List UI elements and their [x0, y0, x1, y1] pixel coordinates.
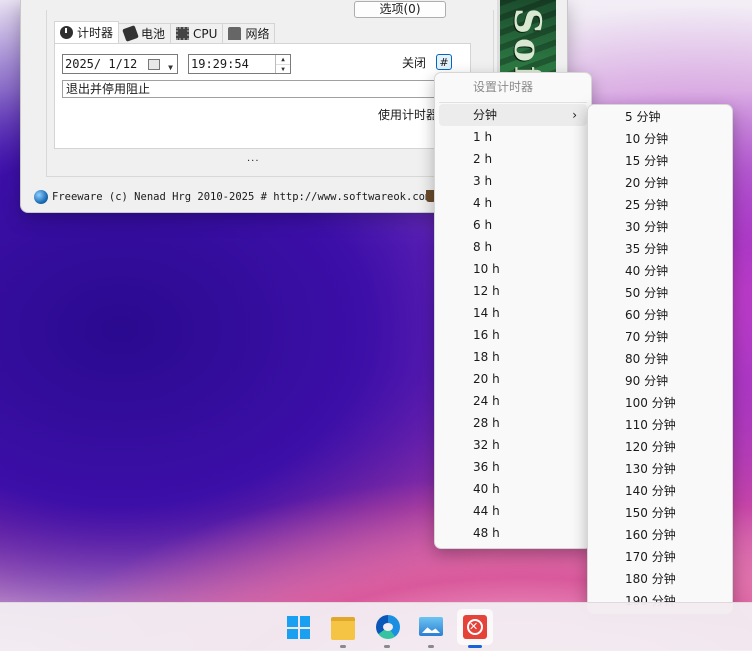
running-indicator: [340, 645, 346, 648]
app-icon: [463, 615, 487, 639]
menu-item-hour[interactable]: 36 h: [435, 456, 591, 478]
menu-item-hour[interactable]: 48 h: [435, 522, 591, 544]
menu-item-hour[interactable]: 16 h: [435, 324, 591, 346]
copyright-text: Freeware (c) Nenad Hrg 2010-2025 # http:…: [52, 191, 432, 203]
active-indicator: [468, 645, 482, 648]
menu-item-hour[interactable]: 44 h: [435, 500, 591, 522]
close-label: 关闭: [402, 56, 427, 70]
menu-item-hour[interactable]: 2 h: [435, 148, 591, 170]
submenu-item-minutes[interactable]: 140 分钟: [588, 480, 732, 502]
submenu-item-minutes[interactable]: 30 分钟: [588, 216, 732, 238]
tab-label: 电池: [141, 27, 166, 41]
menu-item-hour[interactable]: 10 h: [435, 258, 591, 280]
submenu-item-minutes[interactable]: 20 分钟: [588, 172, 732, 194]
submenu-item-minutes[interactable]: 110 分钟: [588, 414, 732, 436]
menu-item-hour[interactable]: 3 h: [435, 170, 591, 192]
edge-button[interactable]: [369, 609, 405, 648]
submenu-item-minutes[interactable]: 170 分钟: [588, 546, 732, 568]
menu-item-hour[interactable]: 20 h: [435, 368, 591, 390]
submenu-item-minutes[interactable]: 5 分钟: [588, 106, 732, 128]
submenu-item-minutes[interactable]: 25 分钟: [588, 194, 732, 216]
submenu-item-minutes[interactable]: 150 分钟: [588, 502, 732, 524]
submenu-item-minutes[interactable]: 10 分钟: [588, 128, 732, 150]
submenu-item-minutes[interactable]: 160 分钟: [588, 524, 732, 546]
network-icon: [228, 27, 242, 40]
globe-icon[interactable]: [34, 190, 48, 204]
submenu-item-minutes[interactable]: 90 分钟: [588, 370, 732, 392]
file-explorer-icon: [331, 617, 355, 640]
tab-cpu[interactable]: CPU: [170, 23, 224, 43]
submenu-item-minutes[interactable]: 15 分钟: [588, 150, 732, 172]
submenu-item-minutes[interactable]: 35 分钟: [588, 238, 732, 260]
start-icon: [287, 616, 310, 639]
battery-icon: [122, 25, 139, 42]
calendar-icon[interactable]: [148, 59, 160, 70]
date-value: 2025/ 1/12: [65, 57, 138, 71]
spin-up-icon[interactable]: ▲: [276, 55, 290, 65]
photos-button[interactable]: [413, 609, 449, 648]
menu-item-hour[interactable]: 12 h: [435, 280, 591, 302]
menu-header: 设置计时器: [473, 80, 534, 94]
clock-icon: [60, 26, 73, 39]
time-spinner[interactable]: ▲ ▼: [275, 55, 290, 73]
hash-button[interactable]: #: [436, 54, 452, 70]
menu-item-hour[interactable]: 32 h: [435, 434, 591, 456]
chevron-down-icon[interactable]: ▼: [168, 59, 173, 77]
hours-list: 1 h2 h3 h4 h6 h8 h 10 h 12 h 14 h 16 h 18 h 20…: [435, 126, 591, 544]
menu-item-hour[interactable]: 28 h: [435, 412, 591, 434]
submenu-item-minutes[interactable]: 180 分钟: [588, 568, 732, 590]
use-timer-label[interactable]: 使用计时器: [378, 106, 438, 123]
exit-action-field[interactable]: 退出并停用阻止: [62, 80, 458, 98]
spin-down-icon[interactable]: ▼: [276, 65, 290, 74]
menu-item-hour[interactable]: 14 h: [435, 302, 591, 324]
menu-separator: [439, 102, 587, 103]
submenu-item-minutes[interactable]: 40 分钟: [588, 260, 732, 282]
submenu-item-minutes[interactable]: 100 分钟: [588, 392, 732, 414]
menu-item-hour[interactable]: 40 h: [435, 478, 591, 500]
running-indicator: [384, 645, 390, 648]
tab-network[interactable]: 网络: [222, 23, 276, 43]
submenu-item-minutes[interactable]: 60 分钟: [588, 304, 732, 326]
submenu-item-minutes[interactable]: 80 分钟: [588, 348, 732, 370]
timer-context-menu: 设置计时器 分钟 › 1 h2 h3 h4 h6 h8 h 10 h 12 h 14 …: [434, 72, 592, 549]
menu-item-minutes[interactable]: 分钟 ›: [439, 104, 587, 126]
start-button[interactable]: [280, 609, 316, 645]
submenu-item-minutes[interactable]: 70 分钟: [588, 326, 732, 348]
tab-label: 计时器: [77, 26, 114, 40]
minutes-submenu: 5 分钟 10 分钟 15 分钟 20 分钟 25 分钟 30 分钟 35 分钟 40 分钟 5…: [587, 104, 733, 614]
tab-label: 网络: [245, 27, 270, 41]
more-dots: ...: [247, 153, 260, 164]
menu-item-hour[interactable]: 18 h: [435, 346, 591, 368]
menu-item-hour[interactable]: 4 h: [435, 192, 591, 214]
submenu-item-minutes[interactable]: 120 分钟: [588, 436, 732, 458]
tab-label: CPU: [193, 26, 218, 41]
submenu-item-minutes[interactable]: 130 分钟: [588, 458, 732, 480]
tab-timer[interactable]: 计时器: [54, 21, 120, 43]
time-value: 19:29:54: [191, 57, 249, 71]
submenu-item-minutes[interactable]: 50 分钟: [588, 282, 732, 304]
photos-icon: [419, 617, 443, 636]
menu-item-hour[interactable]: 8 h: [435, 236, 591, 258]
tab-bar: 计时器 电池 CPU 网络: [54, 21, 276, 43]
taskbar: [0, 602, 752, 651]
edge-icon: [376, 615, 400, 639]
tab-battery[interactable]: 电池: [118, 23, 172, 43]
time-input[interactable]: 19:29:54 ▲ ▼: [188, 54, 291, 74]
file-explorer-button[interactable]: [325, 609, 361, 648]
cpu-icon: [176, 27, 190, 40]
status-bar: Freeware (c) Nenad Hrg 2010-2025 # http:…: [34, 188, 474, 206]
menu-item-hour[interactable]: 24 h: [435, 390, 591, 412]
menu-item-hour[interactable]: 1 h: [435, 126, 591, 148]
minutes-list: 5 分钟 10 分钟 15 分钟 20 分钟 25 分钟 30 分钟 35 分钟 40 分钟 5…: [588, 106, 732, 612]
date-picker[interactable]: 2025/ 1/12 ▼: [62, 54, 178, 74]
menu-item-label: 分钟: [473, 108, 498, 122]
menu-item-hour[interactable]: 6 h: [435, 214, 591, 236]
app-taskbar-button[interactable]: [457, 609, 493, 648]
chevron-right-icon: ›: [572, 108, 577, 122]
running-indicator: [428, 645, 434, 648]
